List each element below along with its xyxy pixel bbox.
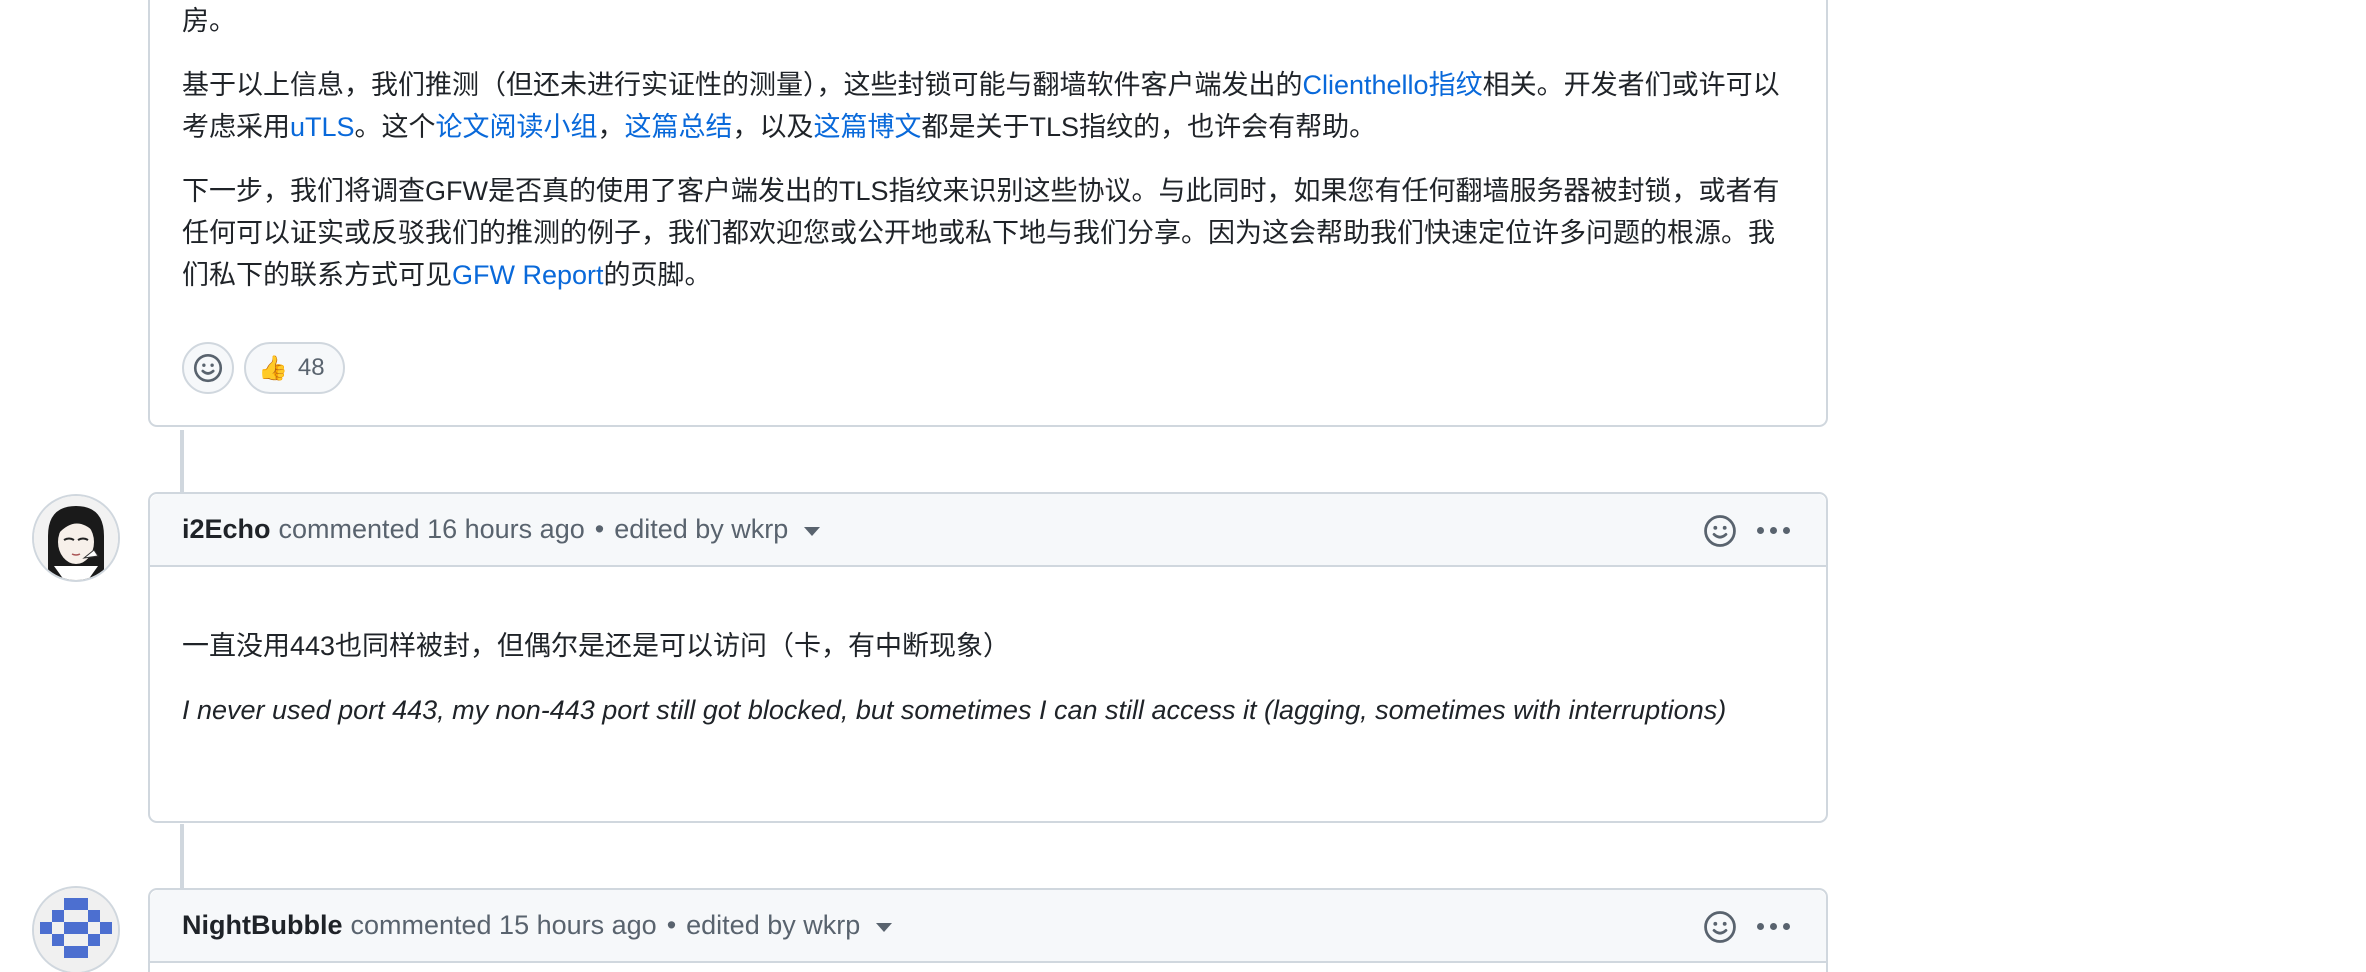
thumbs-up-icon: 👍 xyxy=(258,354,288,382)
comment-paragraph: 一直没用443也同样被封，但偶尔是还是可以访问（卡，有中断现象） xyxy=(182,631,1011,661)
inline-link[interactable]: Clienthello指纹 xyxy=(1303,70,1483,100)
separator: • xyxy=(594,514,605,544)
comment-paragraph: I never used port 443, my non-443 port s… xyxy=(182,695,1727,725)
comment-paragraph: 下一步，我们将调查GFW是否真的使用了客户端发出的TLS指纹来识别这些协议。与此… xyxy=(182,170,1794,296)
kebab-menu-icon[interactable] xyxy=(1757,923,1790,930)
comment-timestamp[interactable]: commented 15 hours ago xyxy=(350,910,656,941)
comment-card: 房。 基于以上信息，我们推测（但还未进行实证性的测量），这些封锁可能与翻墙软件客… xyxy=(148,0,1828,427)
comment-paragraph: 基于以上信息，我们推测（但还未进行实证性的测量），这些封锁可能与翻墙软件客户端发… xyxy=(182,64,1794,148)
paragraph-text: 。这个 xyxy=(354,112,436,142)
comment-author[interactable]: NightBubble xyxy=(182,910,342,941)
edited-by[interactable]: edited by wkrp xyxy=(614,514,788,545)
comment-header: NightBubble commented 15 hours ago • edi… xyxy=(150,890,1826,963)
comment-author[interactable]: i2Echo xyxy=(182,514,271,545)
inline-link[interactable]: uTLS xyxy=(290,112,355,142)
smiley-icon[interactable] xyxy=(1703,910,1737,944)
comment-actions xyxy=(1703,890,1790,963)
edited-by[interactable]: edited by wkrp xyxy=(686,910,860,941)
issue-timeline: 房。 基于以上信息，我们推测（但还未进行实证性的测量），这些封锁可能与翻墙软件客… xyxy=(0,0,2366,972)
paragraph-text: ，以及 xyxy=(732,112,814,142)
reactions-bar: 👍 48 xyxy=(150,342,377,394)
comment-body: 房。 基于以上信息，我们推测（但还未进行实证性的测量），这些封锁可能与翻墙软件客… xyxy=(150,0,1826,296)
inline-link[interactable]: 论文阅读小组 xyxy=(436,112,598,142)
comment-actions xyxy=(1703,494,1790,567)
paragraph-text: ， xyxy=(597,112,625,142)
comment-timestamp[interactable]: commented 16 hours ago xyxy=(279,514,585,545)
avatar[interactable] xyxy=(34,496,118,580)
comment-body: 一直没用443也同样被封，但偶尔是还是可以访问（卡，有中断现象） I never… xyxy=(150,567,1826,731)
thumbs-up-reaction[interactable]: 👍 48 xyxy=(244,342,345,394)
identicon-icon xyxy=(34,888,118,972)
smiley-icon xyxy=(193,353,223,383)
paragraph-text: 的页脚。 xyxy=(603,260,712,290)
comment-card: NightBubble commented 15 hours ago • edi… xyxy=(148,888,1828,972)
timeline-connector xyxy=(180,824,184,888)
gfw-report-link[interactable]: GFW Report xyxy=(452,260,604,290)
chevron-down-icon[interactable] xyxy=(876,923,893,932)
paragraph-text: 基于以上信息，我们推测（但还未进行实证性的测量），这些封锁可能与翻墙软件客户端发… xyxy=(182,70,1303,100)
paragraph-text: 下一步，我们将调查GFW是否真的使用了客户端发出的TLS指纹来识别这些协议。与此… xyxy=(182,176,1780,290)
inline-link[interactable]: 这篇博文 xyxy=(814,112,922,142)
comment-paragraph: 房。 xyxy=(182,6,236,36)
separator: • xyxy=(666,910,677,940)
anime-avatar-icon xyxy=(34,496,118,580)
timeline-connector xyxy=(180,430,184,498)
smiley-icon[interactable] xyxy=(1703,514,1737,548)
kebab-menu-icon[interactable] xyxy=(1757,527,1790,534)
comment-card: i2Echo commented 16 hours ago • edited b… xyxy=(148,492,1828,823)
reaction-count: 48 xyxy=(297,354,325,381)
comment-header: i2Echo commented 16 hours ago • edited b… xyxy=(150,494,1826,567)
avatar[interactable] xyxy=(34,888,118,972)
inline-link[interactable]: 这篇总结 xyxy=(625,112,733,142)
paragraph-text: 都是关于TLS指纹的，也许会有帮助。 xyxy=(921,112,1377,142)
chevron-down-icon[interactable] xyxy=(804,527,821,536)
add-reaction-button[interactable] xyxy=(182,342,234,394)
